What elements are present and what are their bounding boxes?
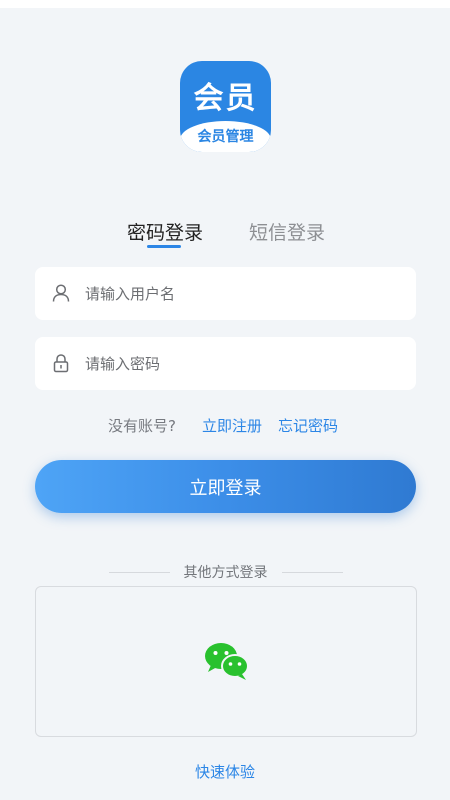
password-input[interactable] [85,337,400,390]
lock-icon [51,353,71,373]
no-account-text: 没有账号? [108,417,176,435]
logo-sub-text: 会员管理 [197,129,254,145]
app-logo: 会员 会员管理 [180,61,271,152]
account-links-row: 没有账号? 立即注册 忘记密码 [0,415,450,437]
wechat-icon[interactable] [203,641,251,681]
username-field-card [35,267,416,320]
divider-right [282,572,343,573]
status-bar [0,0,450,8]
quick-experience-link[interactable]: 快速体验 [0,761,450,782]
tab-sms-login[interactable]: 短信登录 [249,218,325,245]
other-login-label: 其他方式登录 [183,565,268,581]
user-icon [51,283,71,303]
login-button[interactable]: 立即登录 [35,460,416,513]
password-field-card [35,337,416,390]
active-tab-indicator [147,245,181,248]
divider-left [109,572,170,573]
forgot-password-link[interactable]: 忘记密码 [278,415,338,436]
tab-password-login[interactable]: 密码登录 [127,218,203,245]
logo-main-text: 会员 [193,81,258,116]
register-link[interactable]: 立即注册 [202,415,262,436]
username-input[interactable] [85,267,400,320]
other-login-panel [35,586,417,737]
